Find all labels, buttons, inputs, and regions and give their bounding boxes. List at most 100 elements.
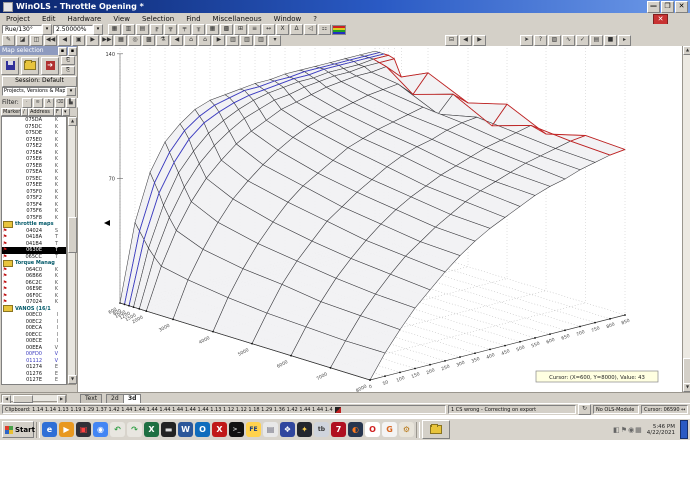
map-list-row[interactable]: 00EC0 I xyxy=(2,312,66,319)
toolbar1-button-3[interactable]: ╔ xyxy=(150,24,163,35)
map-list-row[interactable]: 075EA K xyxy=(2,169,66,176)
map-list-row[interactable]: ⚑ 06F0C K xyxy=(2,293,66,300)
toolbar1-button-13[interactable]: Δ xyxy=(290,24,303,35)
menu-item-window[interactable]: Window xyxy=(268,15,308,23)
close-button[interactable]: ✕ xyxy=(675,0,688,13)
tray-icon-1[interactable]: ⚑ xyxy=(621,426,627,434)
map-list-row[interactable]: 075DC K xyxy=(2,124,66,131)
panel-header-button-0[interactable]: ▪ xyxy=(58,47,67,56)
toolbar2-button-15[interactable]: ▶ xyxy=(212,35,226,46)
menu-item-?[interactable]: ? xyxy=(307,15,323,23)
column-header-[interactable]: ▾ xyxy=(62,108,70,116)
toolbar2-button-11[interactable]: ⚗ xyxy=(156,35,170,46)
toolbar2-button-3[interactable]: ◀◀ xyxy=(44,35,58,46)
map-list-row[interactable]: ⚑ 041B4 T xyxy=(2,241,66,248)
toolbar2-button-7[interactable]: ▶▶ xyxy=(100,35,114,46)
toolbar2-mid-button-1[interactable]: ◀ xyxy=(459,35,472,46)
export-button[interactable]: ➜ xyxy=(41,56,59,75)
toolbar1-button-15[interactable]: ⚏ xyxy=(318,24,331,35)
opera-icon[interactable]: O xyxy=(365,422,380,437)
map-list-row[interactable]: ⚑ 064C0 K xyxy=(2,267,66,274)
column-header-[interactable]: / xyxy=(21,108,28,116)
menu-item-find[interactable]: Find xyxy=(180,15,206,23)
combo-factor[interactable]: 2.50000% ▾ xyxy=(53,24,103,35)
map-list-row[interactable]: 075E6 K xyxy=(2,156,66,163)
toolbar2-mid-button-0[interactable]: ⊟ xyxy=(445,35,458,46)
notepad-icon[interactable]: ▤ xyxy=(263,422,278,437)
menu-item-miscellaneous[interactable]: Miscellaneous xyxy=(207,15,268,23)
toolbar2-button-18[interactable]: ▥ xyxy=(254,35,268,46)
map-list[interactable]: 075DA K 075DC K 075DE K 075E0 K 075E2 K 075E4 K 075E… xyxy=(1,116,67,385)
toolbar2-button-5[interactable]: ▣ xyxy=(72,35,86,46)
toolbar2-button-6[interactable]: ▶ xyxy=(86,35,100,46)
menu-item-project[interactable]: Project xyxy=(0,15,36,23)
scrollbar-thumb[interactable] xyxy=(13,395,33,403)
start-button[interactable]: Start xyxy=(2,421,35,438)
column-header-Marker[interactable]: Marker xyxy=(1,108,21,116)
redo-arrow-icon[interactable]: ↷ xyxy=(127,422,142,437)
toolbar2-button-19[interactable]: ▾ xyxy=(268,35,282,46)
undo-arrow-icon[interactable]: ↶ xyxy=(110,422,125,437)
checksum-icon[interactable]: ↻ xyxy=(578,404,591,415)
firefox-icon[interactable]: ◐ xyxy=(348,422,363,437)
toolbar2-button-12[interactable]: ◀ xyxy=(170,35,184,46)
scrollbar-thumb[interactable] xyxy=(68,217,77,253)
toolbar2-button-8[interactable]: ▦ xyxy=(114,35,128,46)
menu-item-selection[interactable]: Selection xyxy=(136,15,180,23)
map-list-row[interactable]: 075E2 K xyxy=(2,143,66,150)
app-blue-icon[interactable]: ❖ xyxy=(280,422,295,437)
map-list-row[interactable]: 075E0 K xyxy=(2,137,66,144)
toolbar1-button-6[interactable]: ╥ xyxy=(192,24,205,35)
toolbar2-right-button-2[interactable]: ▨ xyxy=(548,35,561,46)
taskbar-window-button[interactable] xyxy=(422,420,450,439)
map-list-row[interactable]: 075F4 K xyxy=(2,202,66,209)
scroll-up-icon[interactable]: ▲ xyxy=(683,46,690,55)
show-desktop-button[interactable] xyxy=(680,420,688,439)
panel-extra-button-1[interactable]: ⎗ xyxy=(61,56,75,65)
panel-extra-button-2[interactable]: ⎘ xyxy=(61,66,75,75)
map-list-row[interactable]: 075E8 K xyxy=(2,163,66,170)
media-player-icon[interactable]: ▶ xyxy=(59,422,74,437)
chrome-icon[interactable]: ◉ xyxy=(93,422,108,437)
map-list-row[interactable]: 075F2 K xyxy=(2,195,66,202)
explorer-icon[interactable]: FE xyxy=(246,422,261,437)
map-list-row[interactable]: 075DE K xyxy=(2,130,66,137)
minimize-button[interactable]: — xyxy=(647,0,660,13)
tray-icon-3[interactable]: ▦ xyxy=(635,426,642,434)
map-list-row[interactable]: 075F0 K xyxy=(2,189,66,196)
map-list-row[interactable]: 01274 E xyxy=(2,364,66,371)
excel-icon[interactable]: X xyxy=(144,422,159,437)
chevron-down-icon[interactable]: ▾ xyxy=(93,24,103,35)
toolbar2-right-button-6[interactable]: ■ xyxy=(604,35,617,46)
wallet-icon[interactable]: ▬ xyxy=(161,422,176,437)
color-scale-icon[interactable] xyxy=(332,24,346,35)
ie-icon[interactable]: e xyxy=(42,422,57,437)
combo-zoom[interactable]: Rue/130° ▾ xyxy=(2,24,52,35)
map-list-row[interactable]: ⚑ 04024 S xyxy=(2,228,66,235)
save-button[interactable] xyxy=(1,56,19,75)
toolbar1-button-8[interactable]: ▩ xyxy=(220,24,233,35)
filter-button-0[interactable]: · xyxy=(21,97,32,108)
toolbar2-button-9[interactable]: ◎ xyxy=(128,35,142,46)
toolbar1-button-2[interactable]: ▤ xyxy=(136,24,149,35)
close-x-icon[interactable]: X xyxy=(212,422,227,437)
column-header-Address[interactable]: Address xyxy=(28,108,54,116)
column-header-F[interactable]: F xyxy=(54,108,62,116)
scroll-down-icon[interactable]: ▼ xyxy=(68,375,77,384)
toolbar2-right-button-0[interactable]: ➤ xyxy=(520,35,533,46)
scrollbar-thumb[interactable] xyxy=(683,358,690,384)
toolbar2-button-16[interactable]: ▥ xyxy=(226,35,240,46)
chevron-down-icon[interactable]: ▾ xyxy=(66,87,76,96)
map-list-scrollbar[interactable]: ▲ ▼ xyxy=(67,116,77,385)
toolbar1-button-12[interactable]: Χ xyxy=(276,24,289,35)
menu-item-hardware[interactable]: Hardware xyxy=(62,15,108,23)
toolbar1-button-0[interactable]: ▦ xyxy=(108,24,121,35)
map-list-row[interactable]: 0127E E xyxy=(2,377,66,384)
map-list-row[interactable]: ⚑ 0418A T xyxy=(2,234,66,241)
map-list-row[interactable]: ⚑ 0630E T xyxy=(2,247,66,254)
chevron-down-icon[interactable]: ▾ xyxy=(42,24,52,35)
toolbar2-mid-button-2[interactable]: ▶ xyxy=(473,35,486,46)
tray-icon-2[interactable]: ◉ xyxy=(628,426,634,434)
map-list-row[interactable]: ⚑ 06C2C K xyxy=(2,280,66,287)
word-icon[interactable]: W xyxy=(178,422,193,437)
